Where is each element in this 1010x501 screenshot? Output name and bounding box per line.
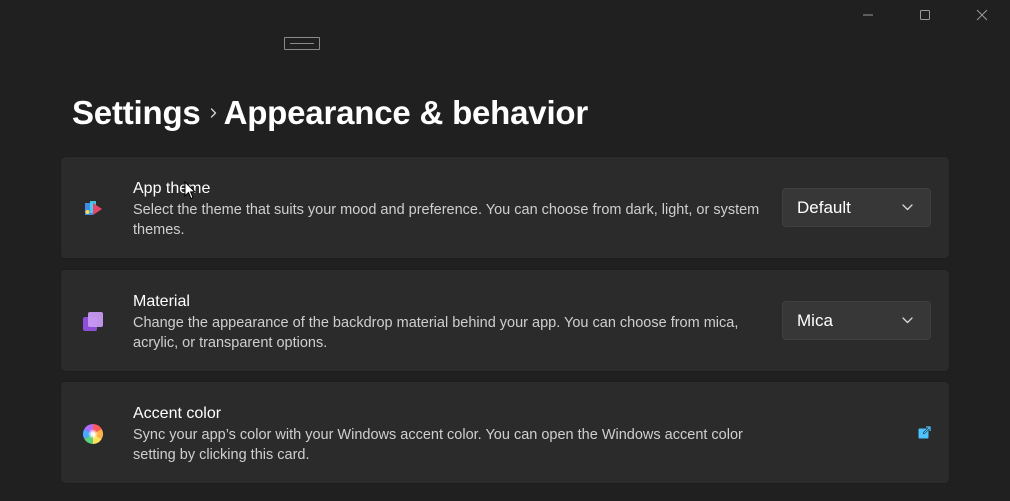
app-theme-dropdown[interactable]: Default (782, 188, 931, 227)
mouse-cursor-icon (184, 181, 196, 200)
palette-icon (85, 201, 102, 215)
material-title: Material (133, 293, 190, 310)
material-description: Change the appearance of the backdrop ma… (133, 315, 739, 351)
caption-buttons (839, 0, 1010, 30)
page-title: Appearance & behavior (223, 94, 589, 131)
chevron-down-icon (902, 317, 913, 324)
accent-color-description: Sync your app’s color with your Windows … (133, 427, 743, 463)
breadcrumb-root[interactable]: Settings (72, 94, 201, 132)
minimize-icon (862, 14, 873, 16)
maximize-button[interactable] (896, 0, 953, 30)
minimize-button[interactable] (839, 0, 896, 30)
app-theme-description: Select the theme that suits your mood an… (133, 202, 760, 238)
accent-color-card[interactable]: Accent color Sync your app’s color with … (60, 381, 950, 484)
app-theme-selected-value: Default (797, 197, 851, 217)
color-wheel-icon (83, 424, 103, 444)
close-button[interactable] (953, 0, 1010, 30)
material-selected-value: Mica (797, 310, 833, 330)
app-theme-title: App theme (133, 180, 211, 197)
accent-color-title: Accent color (133, 405, 222, 422)
chevron-right-icon (210, 107, 218, 119)
open-external-icon[interactable] (918, 426, 931, 439)
material-dropdown[interactable]: Mica (782, 301, 931, 340)
chevron-down-icon (902, 204, 913, 211)
material-card: Material Change the appearance of the ba… (60, 269, 950, 372)
settings-window: Settings Appearance & behavior App theme… (0, 0, 1010, 501)
app-theme-card: App theme Select the theme that suits yo… (60, 156, 950, 259)
drag-handle[interactable] (284, 37, 320, 50)
layers-icon (83, 312, 103, 331)
breadcrumb: Settings Appearance & behavior (72, 92, 588, 134)
close-icon (976, 9, 987, 21)
maximize-icon (919, 10, 930, 20)
